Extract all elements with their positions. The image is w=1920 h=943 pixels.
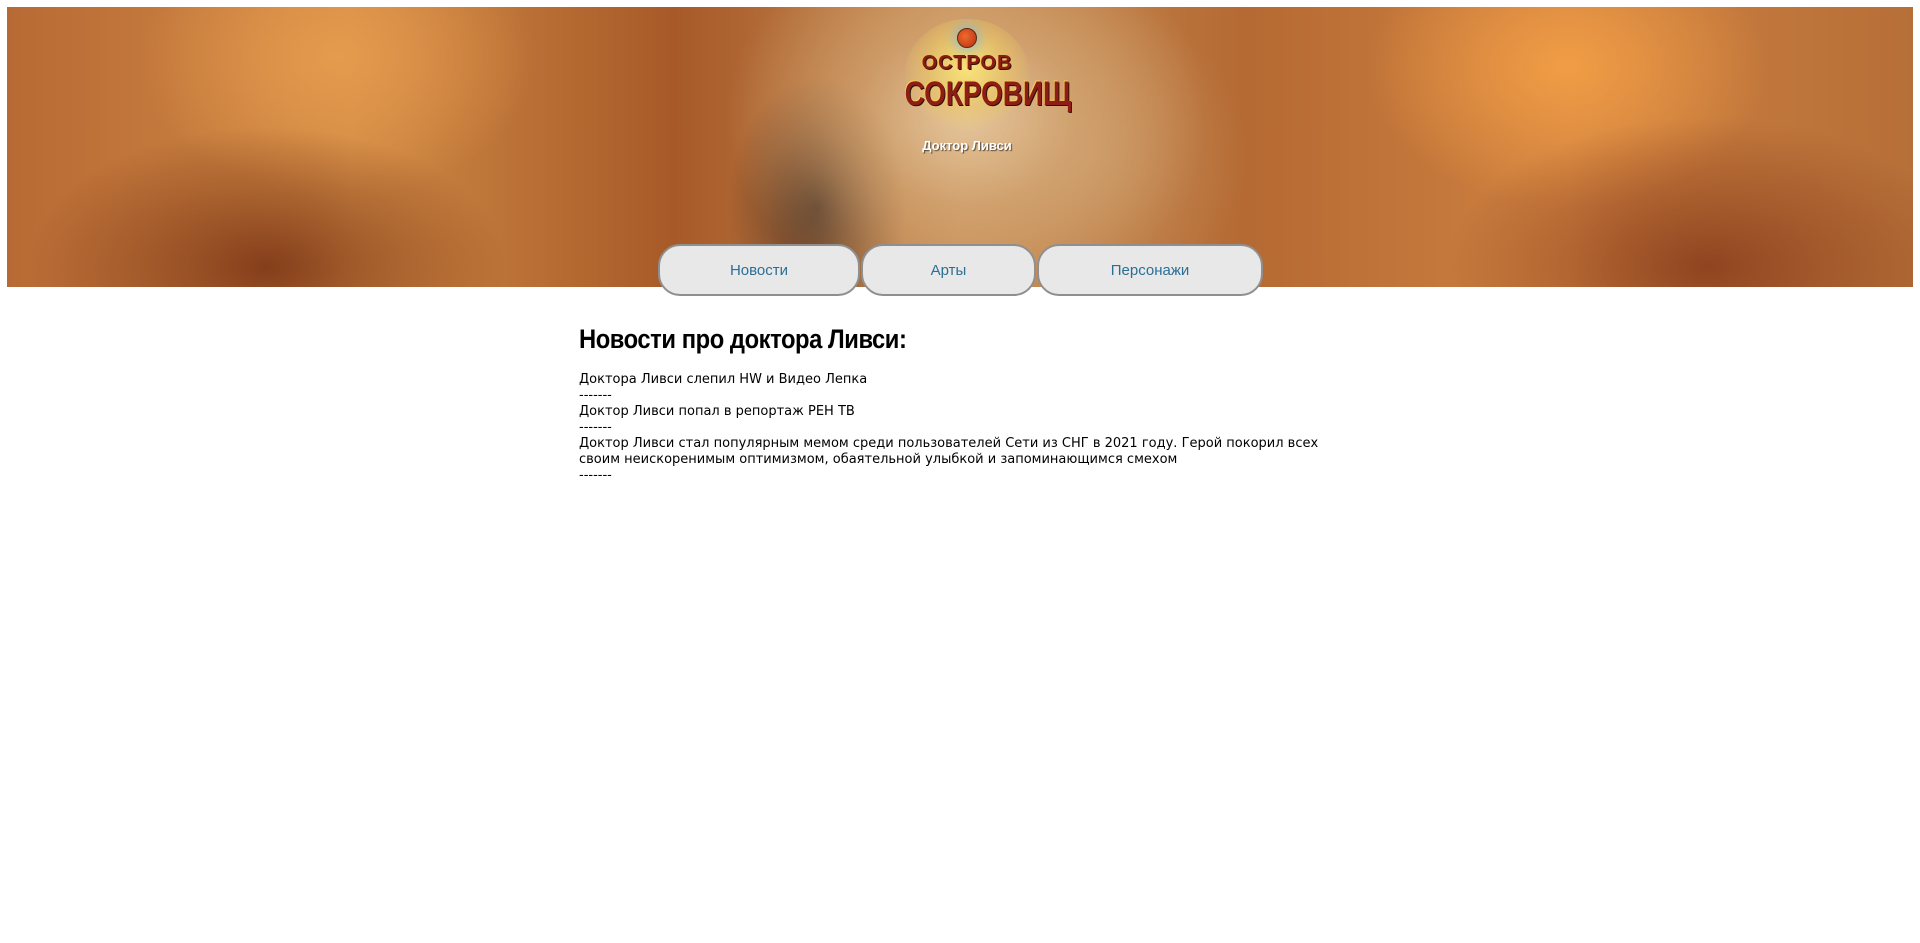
news-separator: ------- <box>579 420 612 435</box>
site-logo[interactable]: ОСТРОВ СОКРОВИЩ <box>891 19 1072 131</box>
logo-text-bottom: СОКРОВИЩ <box>904 75 1072 113</box>
news-separator: ------- <box>579 388 612 403</box>
logo-ball-icon <box>957 28 977 48</box>
nav-arts-button[interactable]: Арты <box>861 244 1036 296</box>
nav-characters-button[interactable]: Персонажи <box>1037 244 1263 296</box>
news-item: Доктор Ливси попал в репортаж РЕН ТВ <box>579 404 855 419</box>
main-nav: Новости Арты Персонажи <box>0 244 1920 300</box>
page-title: Новости про доктора Ливси: <box>579 324 907 354</box>
nav-news-button[interactable]: Новости <box>658 244 860 296</box>
news-list: Доктора Ливси слепил HW и Видео Лепка --… <box>579 372 1359 484</box>
main-content: Новости про доктора Ливси: Доктора Ливси… <box>579 322 1359 484</box>
news-item: Доктора Ливси слепил HW и Видео Лепка <box>579 372 868 387</box>
news-item: Доктор Ливси стал популярным мемом среди… <box>579 436 1319 467</box>
news-separator: ------- <box>579 468 612 483</box>
site-subtitle: Доктор Ливси <box>922 138 1012 153</box>
logo-text-top: ОСТРОВ <box>921 52 1013 74</box>
